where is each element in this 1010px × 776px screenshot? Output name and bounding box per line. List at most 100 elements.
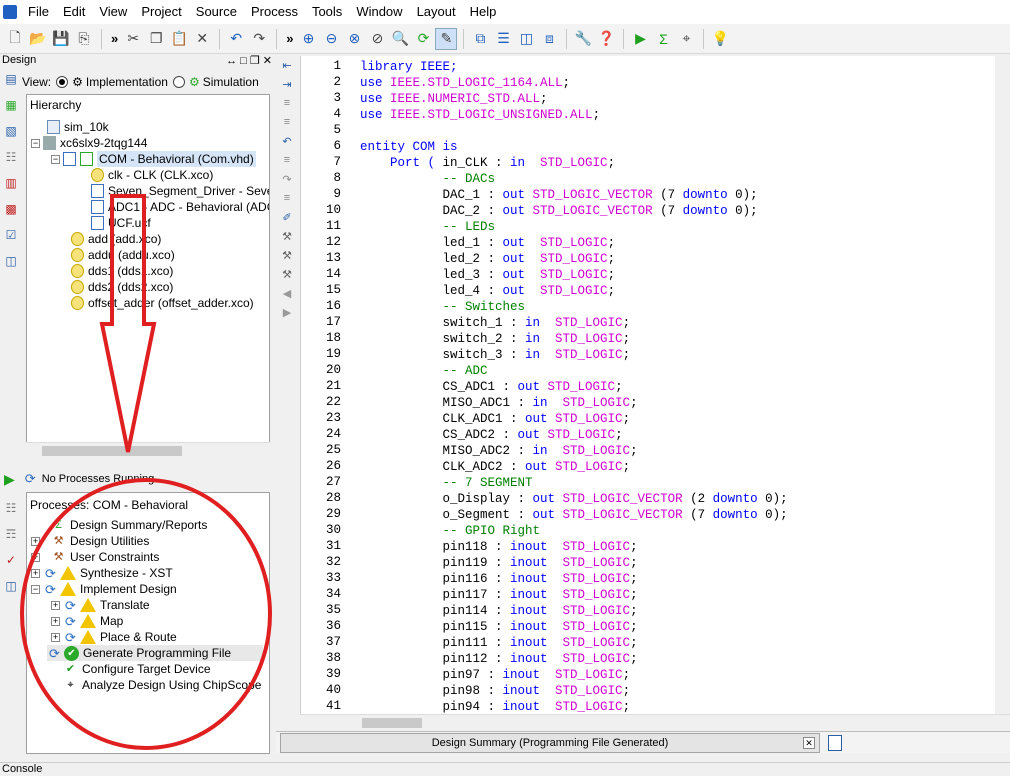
code-line[interactable]: use IEEE.STD_LOGIC_UNSIGNED.ALL; [360, 107, 600, 123]
code-line[interactable]: CLK_ADC1 : out STD_LOGIC; [360, 411, 631, 427]
code-line[interactable]: led_2 : out STD_LOGIC; [360, 251, 616, 267]
code-line[interactable]: pin114 : inout STD_LOGIC; [360, 603, 638, 619]
process-layout-icon[interactable]: ◫ [3, 579, 19, 595]
process-generate-programming-file[interactable]: ⟳ ✔ Generate Programming File [47, 645, 263, 661]
close-icon[interactable]: ✕ [803, 737, 815, 749]
lightbulb-icon[interactable]: 💡 [709, 28, 731, 50]
design-summary-icon[interactable]: ▩ [3, 202, 19, 218]
rerun-icon[interactable]: ✓ [3, 553, 19, 569]
code-line[interactable]: CS_ADC1 : out STD_LOGIC; [360, 379, 623, 395]
code-line[interactable]: -- 7 SEGMENT [360, 475, 533, 491]
code-line[interactable]: library IEEE; [360, 59, 458, 75]
process-synthesize[interactable]: + ⟳ Synthesize - XST [31, 565, 173, 581]
code-line[interactable]: switch_3 : in STD_LOGIC; [360, 347, 631, 363]
toolbar-overflow-icon[interactable]: » [111, 31, 118, 46]
cascade-windows-icon[interactable]: ⧉ [469, 28, 491, 50]
telescope-icon[interactable]: ⌖ [675, 28, 697, 50]
process-user-constraints[interactable]: + ⚒ User Constraints [31, 549, 159, 565]
undo-icon[interactable]: ↶ [225, 28, 247, 50]
code-line[interactable]: DAC_2 : out STD_LOGIC_VECTOR (7 downto 0… [360, 203, 758, 219]
zoom-select-icon[interactable]: 🔍 [389, 28, 411, 50]
code-line[interactable]: -- GPIO Right [360, 523, 541, 539]
menu-layout[interactable]: Layout [410, 0, 463, 24]
tree-item-adc1[interactable]: ADC1 - ADC - Behavioral (ADC [91, 199, 269, 215]
code-line[interactable]: -- Switches [360, 299, 526, 315]
menu-window[interactable]: Window [349, 0, 409, 24]
uncomment-icon[interactable]: ≡ [279, 116, 295, 130]
collapse-toggle[interactable]: − [31, 138, 40, 148]
code-line[interactable]: pin98 : inout STD_LOGIC; [360, 683, 631, 699]
tree-item-project[interactable]: sim_10k [47, 119, 109, 135]
zoom-out-icon[interactable]: ⊖ [320, 28, 342, 50]
code-line[interactable]: DAC_1 : out STD_LOGIC_VECTOR (7 downto 0… [360, 187, 758, 203]
menu-edit[interactable]: Edit [56, 0, 92, 24]
tree-item-ucf[interactable]: UCF.ucf [91, 215, 151, 231]
code-line[interactable]: pin97 : inout STD_LOGIC; [360, 667, 631, 683]
console-tab[interactable]: Console [0, 762, 1010, 776]
insert-template-icon[interactable]: ✐ [279, 211, 295, 225]
process-design-summary[interactable]: Σ Design Summary/Reports [51, 517, 207, 533]
run-process-icon[interactable]: ▶ [4, 471, 15, 488]
hierarchy-horizontal-scrollbar[interactable] [26, 442, 270, 458]
tab-source-file-icon[interactable] [828, 735, 842, 751]
code-line[interactable]: pin115 : inout STD_LOGIC; [360, 619, 638, 635]
expand-all-icon[interactable]: ☷ [3, 501, 19, 517]
menu-project[interactable]: Project [134, 0, 188, 24]
tree-item-add[interactable]: add (add.xco) [71, 231, 161, 247]
tile-horizontal-icon[interactable]: ☰ [492, 28, 514, 50]
code-line[interactable]: o_Display : out STD_LOGIC_VECTOR (2 down… [360, 491, 788, 507]
zoom-fit-icon[interactable]: ⊗ [343, 28, 365, 50]
collapse-all-icon[interactable]: ☶ [3, 527, 19, 543]
new-source-icon[interactable]: ▧ [3, 124, 19, 140]
code-line[interactable]: pin111 : inout STD_LOGIC; [360, 635, 638, 651]
editor-horizontal-scrollbar[interactable] [300, 714, 1010, 730]
replace-icon[interactable]: ⚒ [279, 249, 295, 263]
code-line[interactable]: -- DACs [360, 171, 496, 187]
process-map[interactable]: + ⟳ Map [51, 613, 123, 629]
code-line[interactable]: MISO_ADC2 : in STD_LOGIC; [360, 443, 638, 459]
menu-view[interactable]: View [92, 0, 134, 24]
code-line[interactable]: entity COM is [360, 139, 458, 155]
shift-right-icon[interactable]: ⇥ [279, 78, 295, 92]
tree-item-clk[interactable]: clk - CLK (CLK.xco) [91, 167, 213, 183]
properties-icon[interactable]: ▥ [3, 176, 19, 192]
expand-toggle[interactable]: + [31, 536, 40, 546]
code-line[interactable]: led_3 : out STD_LOGIC; [360, 267, 616, 283]
process-implement-design[interactable]: − ⟳ Implement Design [31, 581, 177, 597]
code-line[interactable]: pin116 : inout STD_LOGIC; [360, 571, 638, 587]
expand-toggle[interactable]: + [51, 616, 60, 626]
find-icon[interactable]: ⚒ [279, 230, 295, 244]
open-folder-icon[interactable]: 📂 [27, 28, 49, 50]
collapse-toggle[interactable]: − [31, 584, 40, 594]
simulation-label[interactable]: Simulation [203, 75, 259, 89]
tree-item-com-top[interactable]: − COM - Behavioral (Com.vhd) [51, 151, 256, 167]
save-icon[interactable]: 💾 [50, 28, 72, 50]
new-file-icon[interactable]: 🗋 [4, 28, 26, 50]
highlight-icon[interactable]: ✎ [435, 27, 458, 50]
code-editor[interactable]: 1 2 3 4 5 6 7 8 9 10 11 12 13 14 15 16 17 18 19 20 21 22 23 24 2… [300, 56, 1010, 714]
code-line[interactable]: pin117 : inout STD_LOGIC; [360, 587, 638, 603]
code-line[interactable]: led_4 : out STD_LOGIC; [360, 283, 616, 299]
save-all-icon[interactable]: ⎘ [73, 28, 95, 50]
code-line[interactable]: switch_1 : in STD_LOGIC; [360, 315, 631, 331]
simulation-radio[interactable] [172, 76, 185, 88]
panel-layout-icon[interactable]: ◫ [3, 254, 19, 270]
collapse-toggle[interactable]: − [51, 154, 60, 164]
wrench-icon[interactable]: 🔧 [572, 28, 594, 50]
bookmark-list-icon[interactable]: ≡ [279, 154, 295, 168]
expand-toggle[interactable]: + [51, 632, 60, 642]
tree-item-dds1[interactable]: dds1 (dds1.xco) [71, 263, 173, 279]
comment-icon[interactable]: ≡ [279, 97, 295, 111]
add-source-icon[interactable]: ▤ [3, 72, 19, 88]
menu-help[interactable]: Help [463, 0, 504, 24]
code-line[interactable]: led_1 : out STD_LOGIC; [360, 235, 616, 251]
paste-icon[interactable]: 📋 [168, 28, 190, 50]
toolbar-overflow-icon[interactable]: » [286, 31, 293, 46]
code-line[interactable]: -- LEDs [360, 219, 496, 235]
run-icon[interactable]: ▶ [629, 28, 651, 50]
tree-item-device[interactable]: − xc6slx9-2tqg144 [31, 135, 147, 151]
bookmark-icon[interactable]: ↶ [279, 135, 295, 149]
tree-item-addu[interactable]: addu (addu.xco) [71, 247, 175, 263]
code-line[interactable]: use IEEE.STD_LOGIC_1164.ALL; [360, 75, 570, 91]
menu-file[interactable]: File [21, 0, 56, 24]
